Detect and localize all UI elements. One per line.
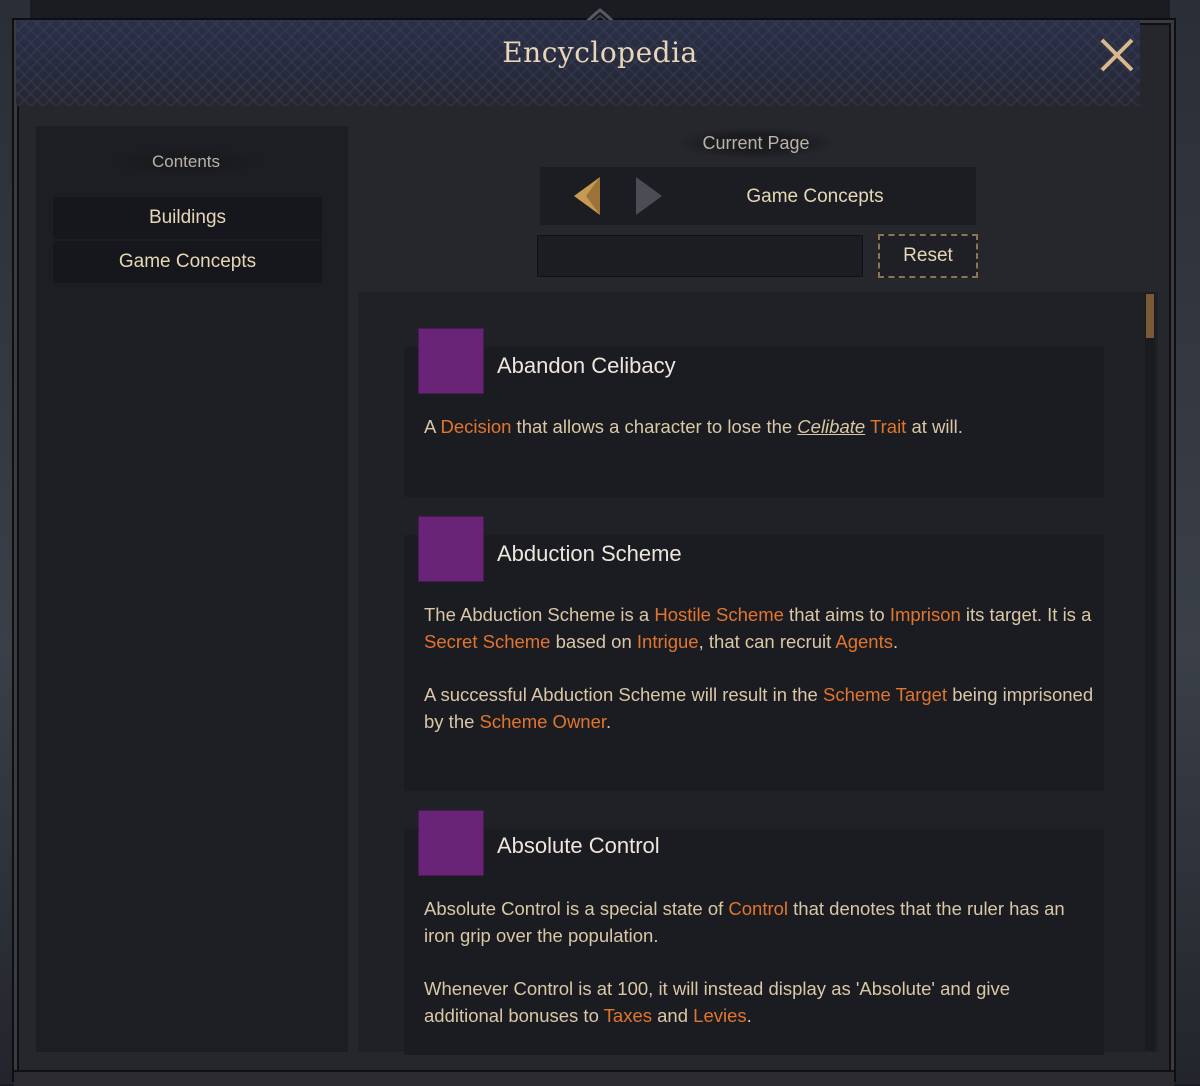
entry-title: Absolute Control (497, 833, 660, 858)
text-run: . (892, 631, 899, 652)
entry-description: Absolute Control is a special state of C… (424, 895, 1094, 1029)
text-run: . (746, 1005, 752, 1026)
concept-link[interactable]: Imprison (890, 604, 961, 625)
concept-link[interactable]: Taxes (604, 1005, 652, 1026)
search-input[interactable] (537, 235, 863, 277)
entry-paragraph: A Decision that allows a character to lo… (424, 413, 1094, 440)
arrow-right-icon[interactable] (634, 175, 664, 217)
sidebar-item-game-concepts[interactable]: Game Concepts (53, 241, 322, 283)
current-page-label: Current Page (680, 128, 832, 158)
concept-icon (418, 810, 484, 876)
sidebar-item-buildings[interactable]: Buildings (53, 197, 322, 239)
text-run: that aims to (783, 604, 890, 625)
entry-paragraph: Whenever Control is at 100, it will inst… (424, 975, 1094, 1029)
concept-icon (418, 328, 484, 394)
entry-header (404, 501, 1104, 535)
text-run: that allows a character to lose the (511, 416, 798, 437)
concept-link[interactable]: Control (728, 898, 788, 919)
reset-button[interactable]: Reset (878, 234, 978, 278)
entry-description: A Decision that allows a character to lo… (424, 413, 1094, 440)
scrollbar-track[interactable] (1145, 293, 1155, 1051)
entry-header (404, 795, 1104, 829)
entry-title: Abduction Scheme (497, 541, 682, 566)
concept-link[interactable]: Intrigue (637, 631, 699, 652)
concept-link[interactable]: Scheme Owner (480, 711, 606, 732)
list-item: Absolute Control Absolute Control is a s… (404, 795, 1104, 1055)
entry-paragraph: A successful Abduction Scheme will resul… (424, 681, 1094, 735)
concept-link[interactable]: Secret Scheme (424, 631, 550, 652)
current-page-name: Game Concepts (746, 186, 884, 207)
scrollbar-thumb[interactable] (1146, 294, 1154, 338)
entry-header (404, 313, 1104, 347)
text-run: The Abduction Scheme is a (424, 604, 655, 625)
text-run: based on (550, 631, 637, 652)
text-run: Absolute Control is a special state of (424, 898, 729, 919)
trait-link[interactable]: Celibate (797, 416, 865, 437)
concept-link[interactable]: Levies (693, 1005, 746, 1026)
concept-link[interactable]: Hostile Scheme (654, 604, 784, 625)
concept-link[interactable]: Agents (835, 631, 893, 652)
concept-link[interactable]: Decision (440, 416, 511, 437)
text-run: and (652, 1005, 694, 1026)
list-item: Abduction Scheme The Abduction Scheme is… (404, 501, 1104, 791)
concept-link[interactable]: Scheme Target (823, 684, 947, 705)
text-run: its target. It is a (960, 604, 1092, 625)
text-run: , that can recruit (698, 631, 836, 652)
text-run: A successful Abduction Scheme will resul… (424, 684, 823, 705)
entry-title: Abandon Celibacy (497, 353, 676, 378)
close-icon[interactable] (1096, 34, 1138, 76)
arrow-left-icon[interactable] (572, 175, 602, 217)
entry-paragraph: Absolute Control is a special state of C… (424, 895, 1094, 949)
text-run: at will. (906, 416, 963, 437)
window-title: Encyclopedia (502, 36, 698, 69)
concept-icon (418, 516, 484, 582)
background-right (1170, 0, 1200, 1084)
text-run: . (606, 711, 612, 732)
list-item: Abandon Celibacy A Decision that allows … (404, 313, 1104, 497)
sidebar-header: Contents (110, 148, 262, 176)
entry-description: The Abduction Scheme is a Hostile Scheme… (424, 601, 1094, 735)
entry-paragraph: The Abduction Scheme is a Hostile Scheme… (424, 601, 1094, 655)
text-run: A (424, 416, 441, 437)
concept-link[interactable]: Trait (870, 416, 906, 437)
